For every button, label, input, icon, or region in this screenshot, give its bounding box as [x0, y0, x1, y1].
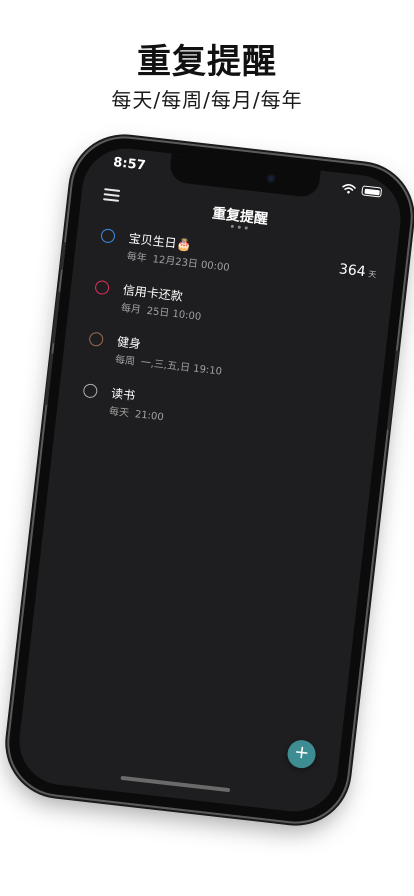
reminder-schedule: 每天 21:00 [108, 402, 164, 423]
reminder-check-circle[interactable] [88, 331, 104, 347]
reminder-schedule: 每月 25日 10:00 [120, 299, 202, 323]
reminder-check-circle[interactable] [94, 279, 110, 296]
reminder-repeat: 每周 [114, 354, 136, 368]
reminder-schedule: 每周 一,三,五,日 19:10 [114, 351, 223, 378]
reminder-list: 宝贝生日🎂 每年 12月23日 00:00 364天 信用卡还款 每月 25日 10… [55, 221, 396, 464]
reminder-check-circle[interactable] [82, 383, 99, 399]
reminder-title: 健身 [116, 334, 142, 352]
home-indicator[interactable] [120, 775, 231, 793]
camera-icon [266, 173, 277, 184]
promo-title: 重复提醒 [137, 42, 277, 82]
reminder-repeat: 每年 [126, 251, 148, 265]
reminder-time: 21:00 [134, 409, 165, 424]
status-time: 8:57 [112, 155, 147, 174]
days-countdown: 364天 [338, 261, 377, 281]
wifi-icon [342, 184, 356, 194]
add-reminder-button[interactable]: + [286, 738, 318, 770]
phone-mockup: 8:57 重复提醒 宝贝生日🎂 每年 12月23日 00:00 364天 信用卡… [3, 132, 414, 828]
promo-subtitle: 每天/每周/每月/每年 [111, 88, 303, 112]
reminder-title: 读书 [110, 386, 136, 403]
status-icons [341, 183, 383, 198]
reminder-time: 一,三,五,日 19:10 [140, 357, 223, 378]
reminder-repeat: 每月 [120, 302, 142, 317]
days-unit: 天 [367, 269, 377, 280]
reminder-check-circle[interactable] [100, 228, 116, 244]
battery-icon [361, 185, 383, 198]
reminder-repeat: 每天 [108, 406, 130, 420]
reminder-time: 12月23日 00:00 [151, 254, 231, 274]
reminder-time: 25日 10:00 [146, 305, 202, 323]
days-count: 364 [338, 261, 367, 281]
